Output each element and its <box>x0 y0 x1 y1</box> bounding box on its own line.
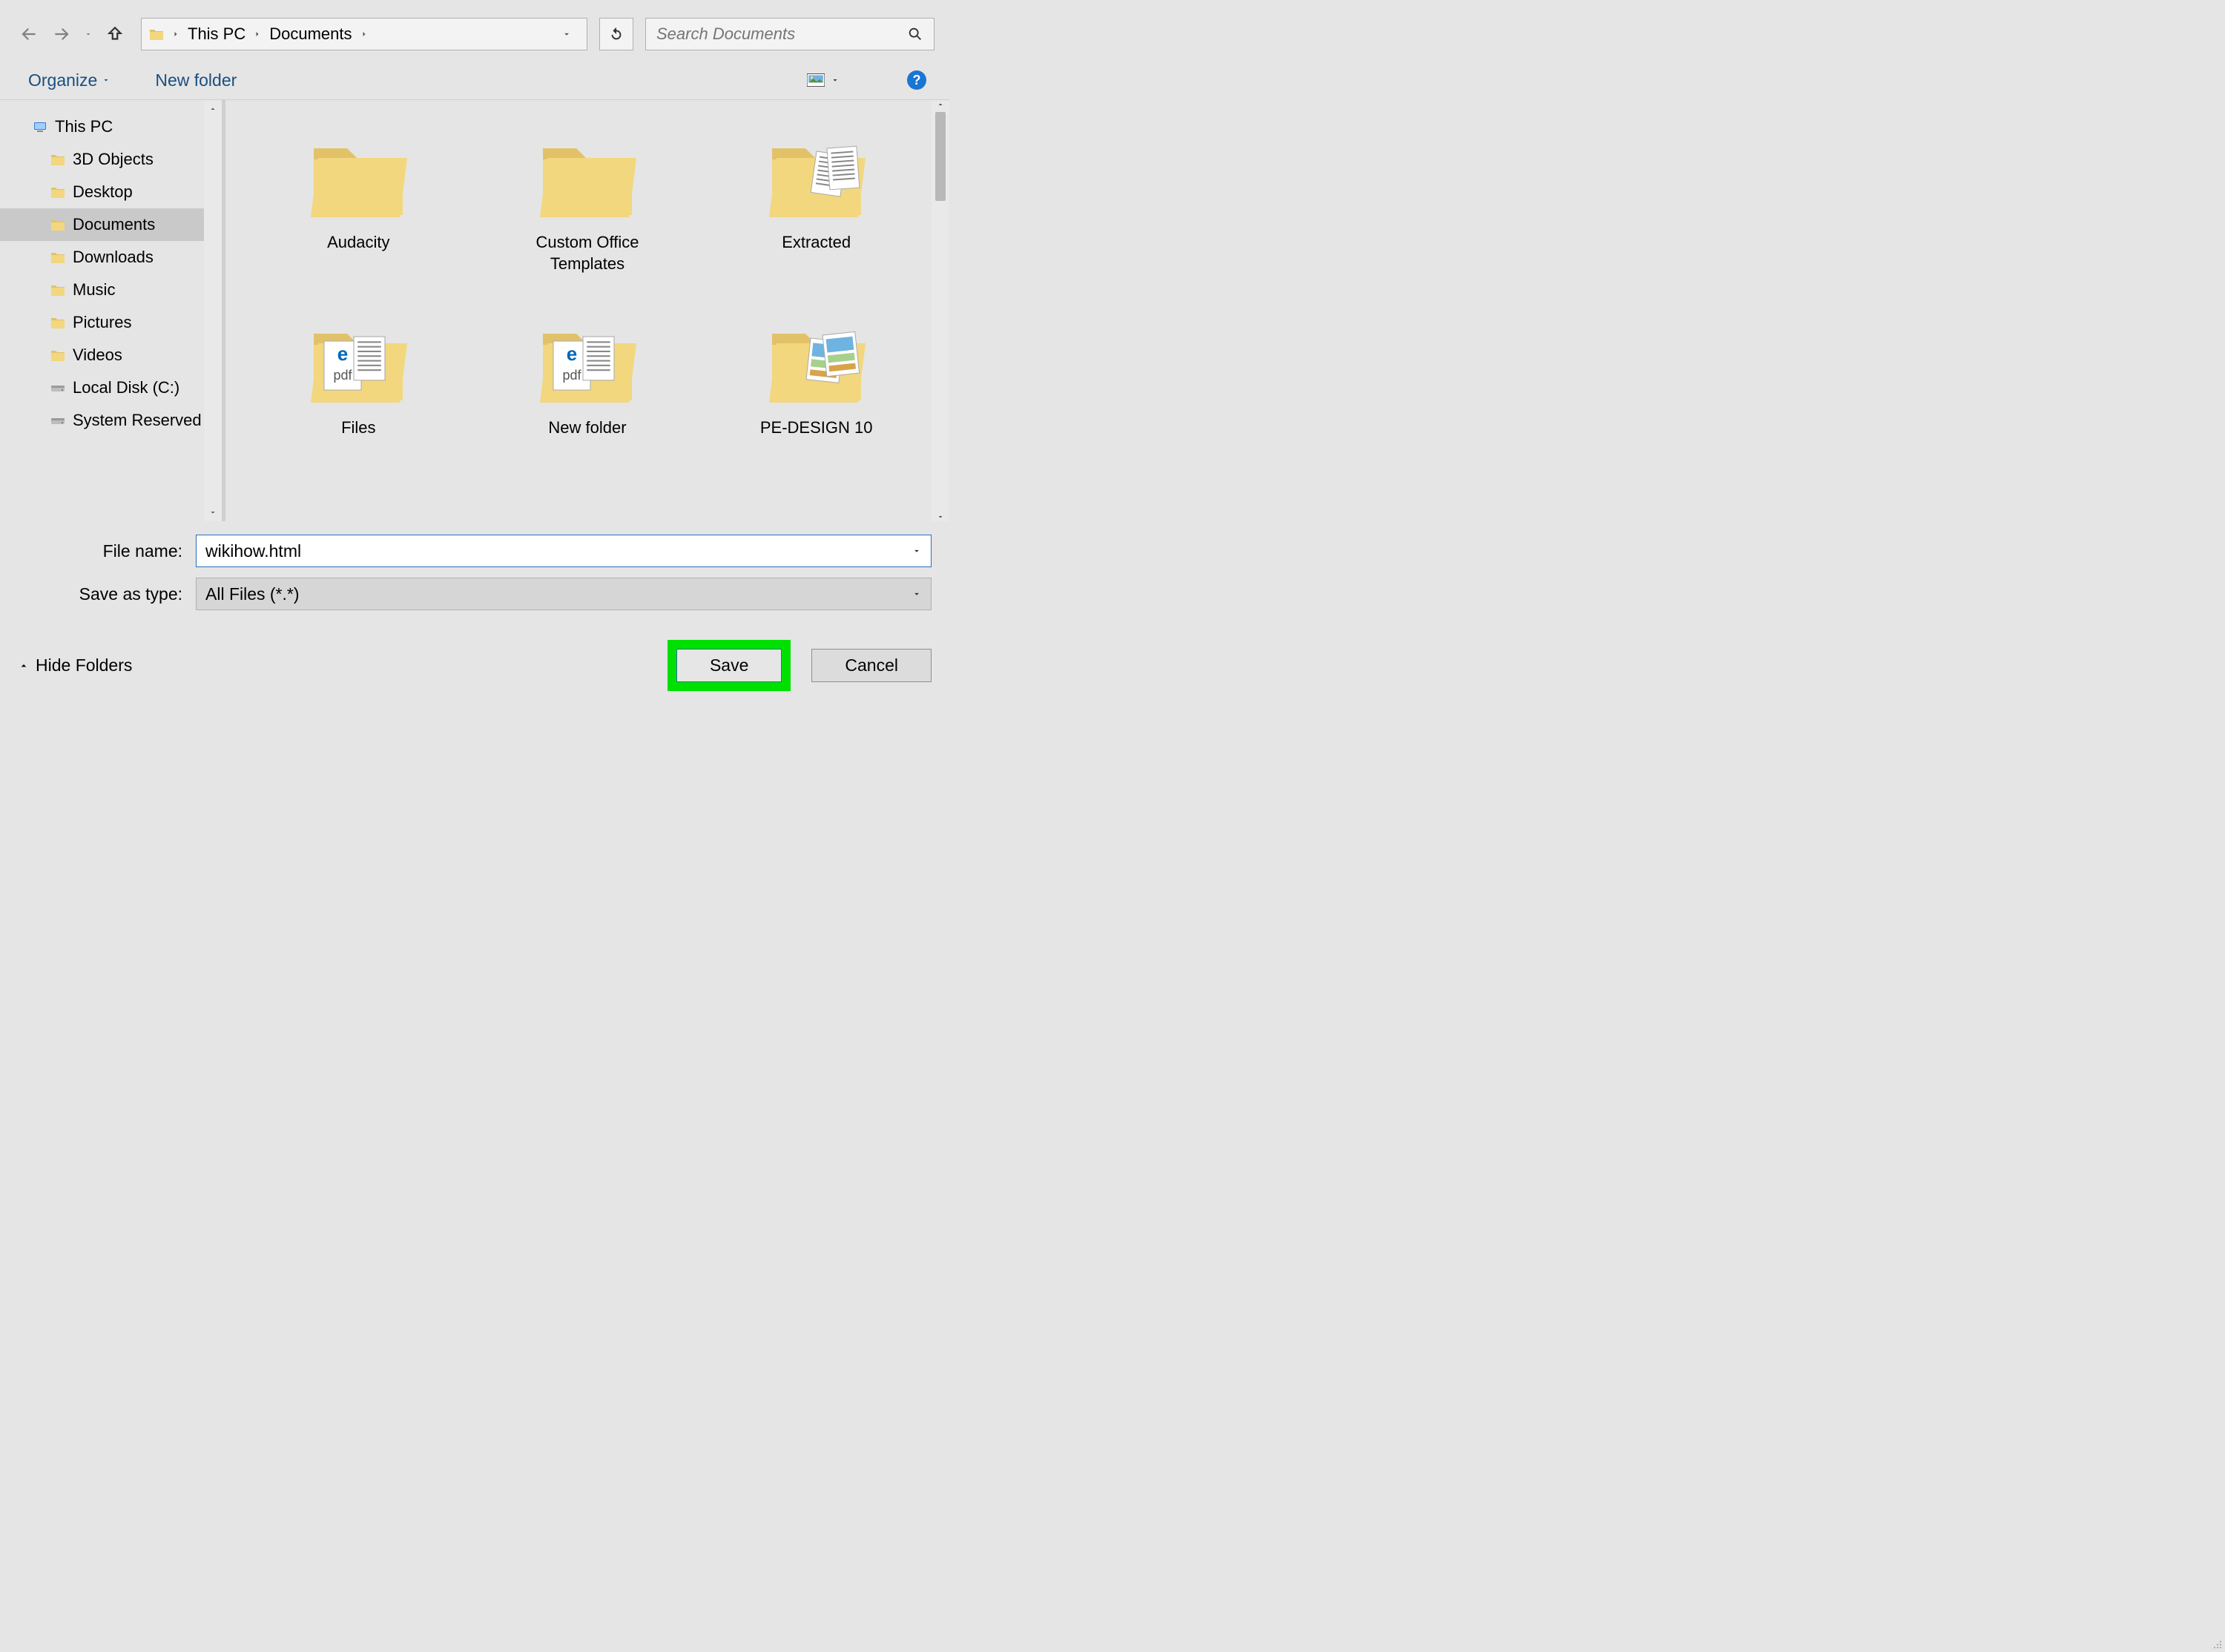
folder-icon <box>50 315 65 330</box>
save-button-highlight: Save <box>668 640 791 691</box>
tree-item[interactable]: Local Disk (C:) <box>0 371 222 404</box>
tree-item-label: System Reserved <box>73 411 202 430</box>
tree-scrollbar[interactable] <box>204 100 222 521</box>
tree-item[interactable]: Music <box>0 274 222 306</box>
filename-dropdown-icon[interactable] <box>912 546 922 556</box>
navigation-bar: This PC Documents <box>0 0 949 62</box>
file-item-label: Custom Office Templates <box>513 232 662 274</box>
file-item[interactable]: Files <box>248 300 469 478</box>
file-item[interactable]: PE-DESIGN 10 <box>705 300 927 478</box>
address-segment-0[interactable]: This PC <box>188 24 245 44</box>
scroll-down-icon[interactable] <box>936 512 945 521</box>
folder-icon <box>50 185 65 199</box>
folder-icon <box>303 300 414 412</box>
tree-item-label: Documents <box>73 215 155 234</box>
help-button[interactable] <box>906 70 927 90</box>
tree-item-label: Music <box>73 280 115 300</box>
recent-dropdown[interactable] <box>83 23 93 45</box>
save-type-value: All Files (*.*) <box>205 584 300 604</box>
tree-item-label: This PC <box>55 117 113 136</box>
fileview-scrollbar[interactable] <box>932 100 949 521</box>
folder-icon <box>50 283 65 297</box>
save-dialog: This PC Documents <box>0 0 949 704</box>
tree-item[interactable]: 3D Objects <box>0 143 222 176</box>
dialog-footer: Hide Folders Save Cancel <box>0 618 949 704</box>
tree-item-label: Videos <box>73 346 122 365</box>
refresh-button[interactable] <box>599 18 633 50</box>
file-item[interactable]: Audacity <box>248 115 469 293</box>
folder-icon <box>532 300 643 412</box>
navigation-tree: This PC 3D Objects Desktop Documents Downloa… <box>0 100 222 521</box>
chevron-right-icon[interactable] <box>360 30 369 39</box>
file-list[interactable]: Audacity Custom Office Templates Extracted… <box>222 100 949 521</box>
address-dropdown[interactable] <box>561 29 579 39</box>
folder-icon <box>50 250 65 265</box>
resize-grip[interactable] <box>2212 1639 2222 1649</box>
organize-label: Organize <box>28 70 97 90</box>
content-area: This PC 3D Objects Desktop Documents Downloa… <box>0 100 949 521</box>
chevron-right-icon[interactable] <box>171 30 180 39</box>
tree-item[interactable]: Downloads <box>0 241 222 274</box>
folder-icon <box>50 348 65 363</box>
tree-item[interactable]: Documents <box>0 208 222 241</box>
chevron-right-icon[interactable] <box>253 30 262 39</box>
tree-item[interactable]: Pictures <box>0 306 222 339</box>
file-item-label: Extracted <box>782 232 851 254</box>
drive-icon <box>50 380 65 395</box>
file-item[interactable]: New folder <box>477 300 699 478</box>
search-box[interactable] <box>645 18 934 50</box>
tree-item-label: 3D Objects <box>73 150 154 169</box>
filename-input[interactable] <box>205 541 912 561</box>
address-segment-1[interactable]: Documents <box>269 24 352 44</box>
nav-buttons <box>18 23 126 45</box>
save-type-dropdown[interactable]: All Files (*.*) <box>196 578 932 610</box>
file-item-label: New folder <box>548 417 626 439</box>
drive-icon <box>50 413 65 428</box>
cancel-button[interactable]: Cancel <box>811 649 932 682</box>
new-folder-label: New folder <box>155 70 237 90</box>
hide-folders-label: Hide Folders <box>36 655 132 675</box>
forward-button[interactable] <box>50 23 73 45</box>
tree-item-label: Downloads <box>73 248 154 267</box>
tree-item[interactable]: Videos <box>0 339 222 371</box>
folder-icon <box>532 115 643 226</box>
scroll-up-icon[interactable] <box>204 100 222 118</box>
file-item-label: Audacity <box>327 232 389 254</box>
search-input[interactable] <box>656 24 907 44</box>
up-button[interactable] <box>104 23 126 45</box>
back-button[interactable] <box>18 23 40 45</box>
address-bar[interactable]: This PC Documents <box>141 18 587 50</box>
folder-icon <box>303 115 414 226</box>
save-button[interactable]: Save <box>676 649 782 682</box>
tree-item[interactable]: System Reserved <box>0 404 222 437</box>
save-form: File name: Save as type: All Files (*.*) <box>0 521 949 618</box>
scroll-down-icon[interactable] <box>204 503 222 521</box>
filename-label: File name: <box>18 541 196 561</box>
file-item[interactable]: Extracted <box>705 115 927 293</box>
filename-field[interactable] <box>196 535 932 567</box>
tree-item[interactable]: This PC <box>0 110 222 143</box>
organize-button[interactable]: Organize <box>28 70 111 90</box>
hide-folders-button[interactable]: Hide Folders <box>18 655 132 675</box>
toolbar: Organize New folder <box>0 62 949 100</box>
file-item[interactable]: Custom Office Templates <box>477 115 699 293</box>
pc-icon <box>33 119 47 134</box>
save-type-label: Save as type: <box>18 584 196 604</box>
file-item-label: Files <box>341 417 375 439</box>
address-root-icon <box>149 27 164 42</box>
file-item-label: PE-DESIGN 10 <box>760 417 873 439</box>
view-options-button[interactable] <box>807 73 840 87</box>
tree-item-label: Pictures <box>73 313 131 332</box>
folder-icon <box>761 300 872 412</box>
folder-icon <box>761 115 872 226</box>
tree-item-label: Local Disk (C:) <box>73 378 179 397</box>
search-icon[interactable] <box>907 26 923 42</box>
tree-item-label: Desktop <box>73 182 133 202</box>
folder-icon <box>50 152 65 167</box>
scroll-up-icon[interactable] <box>936 100 945 109</box>
folder-icon <box>50 217 65 232</box>
tree-item[interactable]: Desktop <box>0 176 222 208</box>
new-folder-button[interactable]: New folder <box>155 70 237 90</box>
chevron-down-icon <box>912 589 922 599</box>
